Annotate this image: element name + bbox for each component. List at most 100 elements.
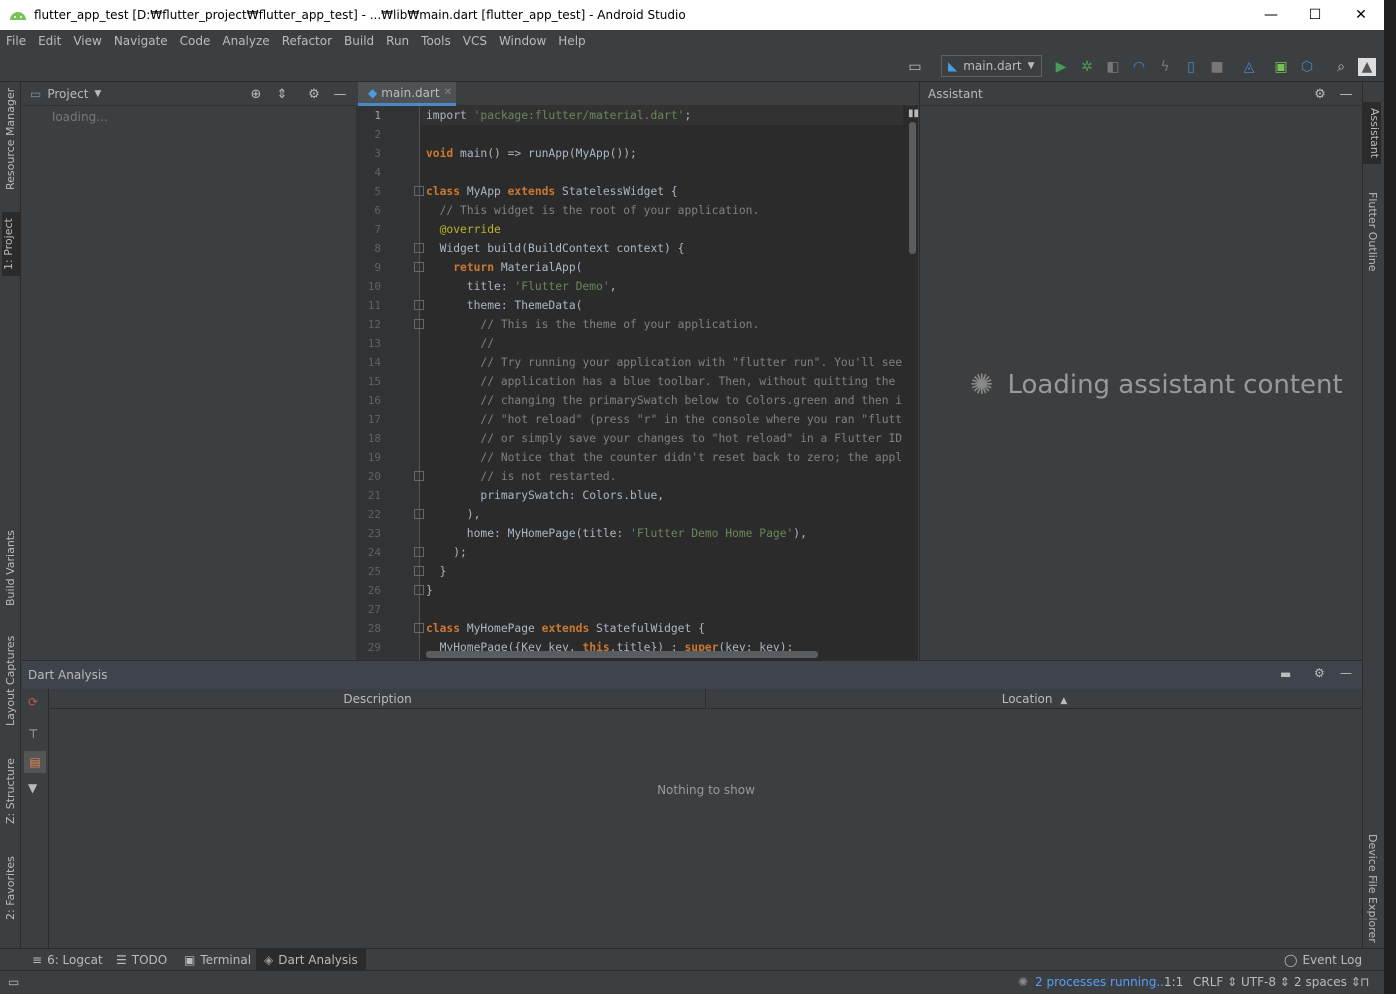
code-line[interactable]: // This widget is the root of your appli… [421, 201, 903, 220]
tool-tab-event-log[interactable]: ◯ Event Log [1276, 949, 1370, 971]
debug-icon[interactable]: ✲ [1078, 58, 1096, 76]
code-line[interactable]: } [421, 562, 903, 581]
filter-icon[interactable]: ▼ [28, 781, 37, 795]
menu-help[interactable]: Help [552, 34, 591, 48]
close-tab-icon[interactable]: ✕ [444, 87, 452, 98]
toggle-tool-windows-icon[interactable]: ▭ [8, 975, 19, 989]
code-line[interactable]: // Notice that the counter didn't reset … [421, 448, 903, 467]
menu-edit[interactable]: Edit [32, 34, 67, 48]
tool-tab-assistant[interactable]: Assistant [1363, 102, 1381, 165]
chevron-down-icon[interactable]: ▼ [94, 89, 101, 99]
lock-icon[interactable]: ⊓ [1360, 975, 1369, 989]
profile-icon[interactable]: ◠ [1130, 58, 1148, 76]
menu-vcs[interactable]: VCS [457, 34, 493, 48]
tool-tab-logcat[interactable]: ≡ 6: Logcat [24, 949, 111, 971]
code-line[interactable]: import 'package:flutter/material.dart'; [421, 106, 903, 125]
code-line[interactable]: class MyHomePage extends StatefulWidget … [421, 619, 903, 638]
code-line[interactable]: return MaterialApp( [421, 258, 903, 277]
tool-tab-layout-captures[interactable]: Layout Captures [4, 636, 17, 726]
tool-tab-terminal[interactable]: ▣ Terminal [176, 949, 259, 971]
column-description[interactable]: Description [50, 689, 706, 709]
gear-icon[interactable]: ⚙ [306, 86, 322, 102]
refresh-icon[interactable]: ⟳ [28, 695, 38, 709]
sdk-manager-icon[interactable]: ⬡ [1298, 58, 1316, 76]
code-line[interactable] [421, 600, 903, 619]
menu-navigate[interactable]: Navigate [108, 34, 174, 48]
hide-panel-icon[interactable]: — [332, 86, 348, 102]
gear-icon[interactable]: ⚙ [1314, 666, 1325, 680]
menu-code[interactable]: Code [174, 34, 217, 48]
processes-running-link[interactable]: 2 processes running... [1035, 975, 1168, 989]
menu-tools[interactable]: Tools [415, 34, 457, 48]
code-line[interactable]: // This is the theme of your application… [421, 315, 903, 334]
tool-tab-resource-manager[interactable]: Resource Manager [4, 88, 17, 190]
editor-vertical-scrollbar[interactable] [909, 122, 916, 254]
code-line[interactable]: // changing the primarySwatch below to C… [421, 391, 903, 410]
code-line[interactable]: // or simply save your changes to "hot r… [421, 429, 903, 448]
code-text-area[interactable]: import 'package:flutter/material.dart'; … [421, 106, 903, 660]
project-view-select[interactable]: Project [47, 87, 88, 101]
editor-tab-main-dart[interactable]: ◆ main.dart ✕ [358, 82, 456, 106]
code-line[interactable]: ), [421, 505, 903, 524]
code-line[interactable]: theme: ThemeData( [421, 296, 903, 315]
terminal-window-icon[interactable]: ▭ [906, 58, 924, 76]
code-line[interactable]: void main() => runApp(MyApp()); [421, 144, 903, 163]
group-by-severity-icon[interactable]: ▤ [24, 751, 46, 773]
minimize-button[interactable]: — [1248, 0, 1294, 30]
menu-analyze[interactable]: Analyze [216, 34, 275, 48]
run-icon[interactable]: ▶ [1052, 58, 1070, 76]
code-line[interactable]: // is not restarted. [421, 467, 903, 486]
code-line[interactable]: class MyApp extends StatelessWidget { [421, 182, 903, 201]
locate-icon[interactable]: ⊕ [248, 86, 264, 102]
hide-panel-icon[interactable]: — [1340, 666, 1352, 680]
caret-position[interactable]: 1:1 [1164, 975, 1183, 989]
tool-tab-device-file-explorer[interactable]: Device File Explorer [1366, 834, 1379, 943]
menu-refactor[interactable]: Refactor [276, 34, 338, 48]
encoding-select[interactable]: UTF-8 ⇕ [1241, 975, 1290, 989]
code-line[interactable]: // application has a blue toolbar. Then,… [421, 372, 903, 391]
tool-tab-dart-analysis[interactable]: ◈ Dart Analysis [256, 949, 366, 971]
code-line[interactable]: } [421, 581, 903, 600]
code-line[interactable] [421, 163, 903, 182]
tool-tab-flutter-outline[interactable]: Flutter Outline [1366, 192, 1379, 272]
tool-tab-structure[interactable]: Z: Structure [4, 758, 17, 824]
account-icon[interactable]: ▲ [1358, 58, 1376, 76]
code-line[interactable]: primarySwatch: Colors.blue, [421, 486, 903, 505]
menu-file[interactable]: File [0, 34, 32, 48]
menu-window[interactable]: Window [493, 34, 552, 48]
tool-tab-project[interactable]: 1: Project [2, 212, 20, 276]
menu-run[interactable]: Run [380, 34, 415, 48]
hot-reload-icon[interactable]: ϟ [1156, 58, 1174, 76]
line-separator-select[interactable]: CRLF ⇕ [1193, 975, 1237, 989]
editor-horizontal-scrollbar[interactable] [426, 651, 818, 658]
hide-panel-icon[interactable]: — [1338, 86, 1354, 102]
code-line[interactable] [421, 125, 903, 144]
tool-tab-favorites[interactable]: 2: Favorites [4, 856, 17, 920]
code-line[interactable]: // [421, 334, 903, 353]
coverage-icon[interactable]: ◧ [1104, 58, 1122, 76]
code-line[interactable]: title: 'Flutter Demo', [421, 277, 903, 296]
code-line[interactable]: ); [421, 543, 903, 562]
stop-icon[interactable]: ■ [1208, 58, 1226, 76]
code-line[interactable]: // "hot reload" (press "r" in the consol… [421, 410, 903, 429]
code-line[interactable]: @override [421, 220, 903, 239]
indent-select[interactable]: 2 spaces ⇕ [1294, 975, 1361, 989]
hot-restart-icon[interactable]: ▯ [1182, 58, 1200, 76]
menu-view[interactable]: View [67, 34, 107, 48]
code-line[interactable]: home: MyHomePage(title: 'Flutter Demo Ho… [421, 524, 903, 543]
avd-manager-icon[interactable]: ▣ [1272, 58, 1290, 76]
column-location[interactable]: Location ▲ [707, 689, 1362, 709]
feedback-icon[interactable]: ▬ [1280, 667, 1291, 681]
run-configuration-select[interactable]: ◣ main.dart ▼ [941, 55, 1042, 77]
autoscroll-icon[interactable]: ⊤ [28, 727, 38, 741]
code-line[interactable]: // Try running your application with "fl… [421, 353, 903, 372]
search-icon[interactable]: ⌕ [1332, 58, 1350, 76]
tool-tab-build-variants[interactable]: Build Variants [4, 530, 17, 606]
gear-icon[interactable]: ⚙ [1312, 86, 1328, 102]
code-line[interactable]: Widget build(BuildContext context) { [421, 239, 903, 258]
tool-tab-todo[interactable]: ☰ TODO [108, 949, 175, 971]
menu-build[interactable]: Build [338, 34, 380, 48]
maximize-button[interactable]: ☐ [1292, 0, 1338, 30]
close-button[interactable]: ✕ [1338, 0, 1384, 30]
collapse-all-icon[interactable]: ⇕ [274, 86, 290, 102]
